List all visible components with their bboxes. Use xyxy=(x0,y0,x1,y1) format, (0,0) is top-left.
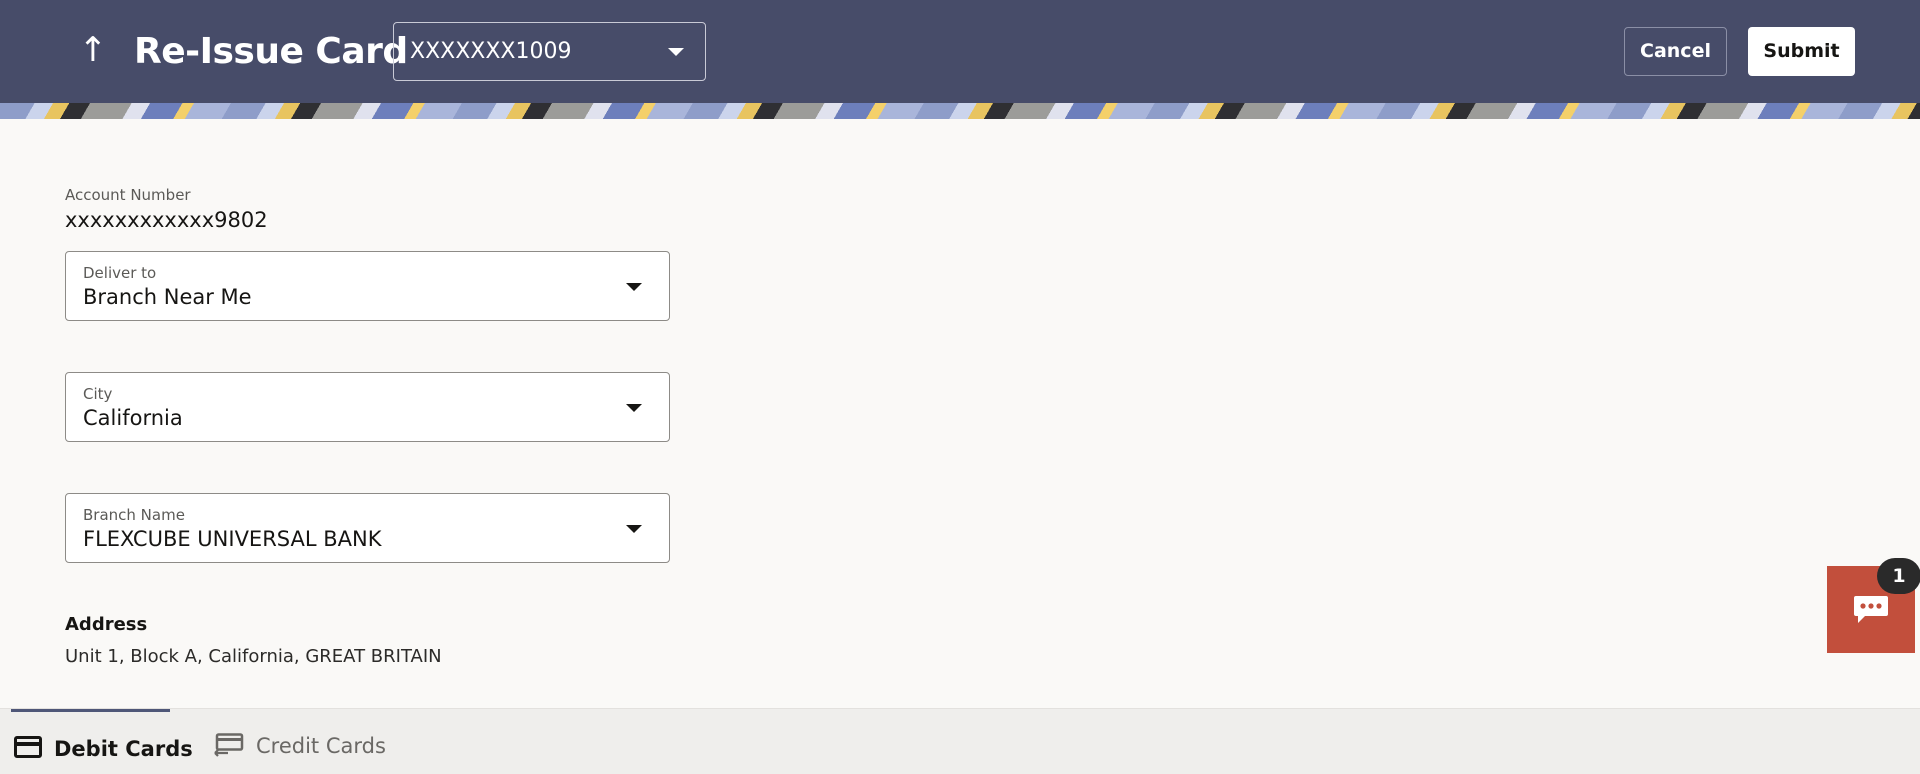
page-header: ↑ Re-Issue Card XXXXXXX1009 Cancel Submi… xyxy=(0,0,1920,103)
up-arrow-icon[interactable]: ↑ xyxy=(76,28,110,72)
chevron-down-icon xyxy=(626,283,642,291)
chevron-down-icon xyxy=(626,404,642,412)
cancel-button[interactable]: Cancel xyxy=(1624,27,1727,76)
address-value: Unit 1, Block A, California, GREAT BRITA… xyxy=(65,646,442,667)
branch-name-label: Branch Name xyxy=(83,506,185,524)
bottom-tab-bar: Debit Cards Credit Cards xyxy=(0,708,1920,774)
tab-credit-cards[interactable]: Credit Cards xyxy=(214,709,404,774)
tab-label: Credit Cards xyxy=(256,734,386,758)
tab-debit-cards[interactable]: Debit Cards xyxy=(11,709,193,774)
card-number-select[interactable]: XXXXXXX1009 xyxy=(393,22,706,81)
account-number-value: xxxxxxxxxxxx9802 xyxy=(65,208,268,232)
tab-label: Debit Cards xyxy=(54,737,193,761)
address-label: Address xyxy=(65,614,148,635)
deliver-to-select[interactable]: Deliver to Branch Near Me xyxy=(65,251,670,321)
page-title: Re-Issue Card xyxy=(134,31,408,72)
card-icon xyxy=(14,736,42,758)
branch-name-value: FLEXCUBE UNIVERSAL BANK xyxy=(83,527,382,551)
chevron-down-icon xyxy=(626,525,642,533)
notification-badge: 1 xyxy=(1877,558,1920,594)
city-label: City xyxy=(83,385,113,403)
chevron-down-icon xyxy=(668,48,684,56)
city-select[interactable]: City California xyxy=(65,372,670,442)
card-transfer-icon xyxy=(214,733,244,757)
deliver-to-value: Branch Near Me xyxy=(83,285,252,309)
deliver-to-label: Deliver to xyxy=(83,264,157,282)
account-number-label: Account Number xyxy=(65,186,191,204)
card-number-value: XXXXXXX1009 xyxy=(410,39,572,64)
branch-name-select[interactable]: Branch Name FLEXCUBE UNIVERSAL BANK xyxy=(65,493,670,563)
chat-icon xyxy=(1854,596,1888,623)
submit-button[interactable]: Submit xyxy=(1748,27,1855,76)
decorative-banner xyxy=(0,103,1920,119)
city-value: California xyxy=(83,406,183,430)
